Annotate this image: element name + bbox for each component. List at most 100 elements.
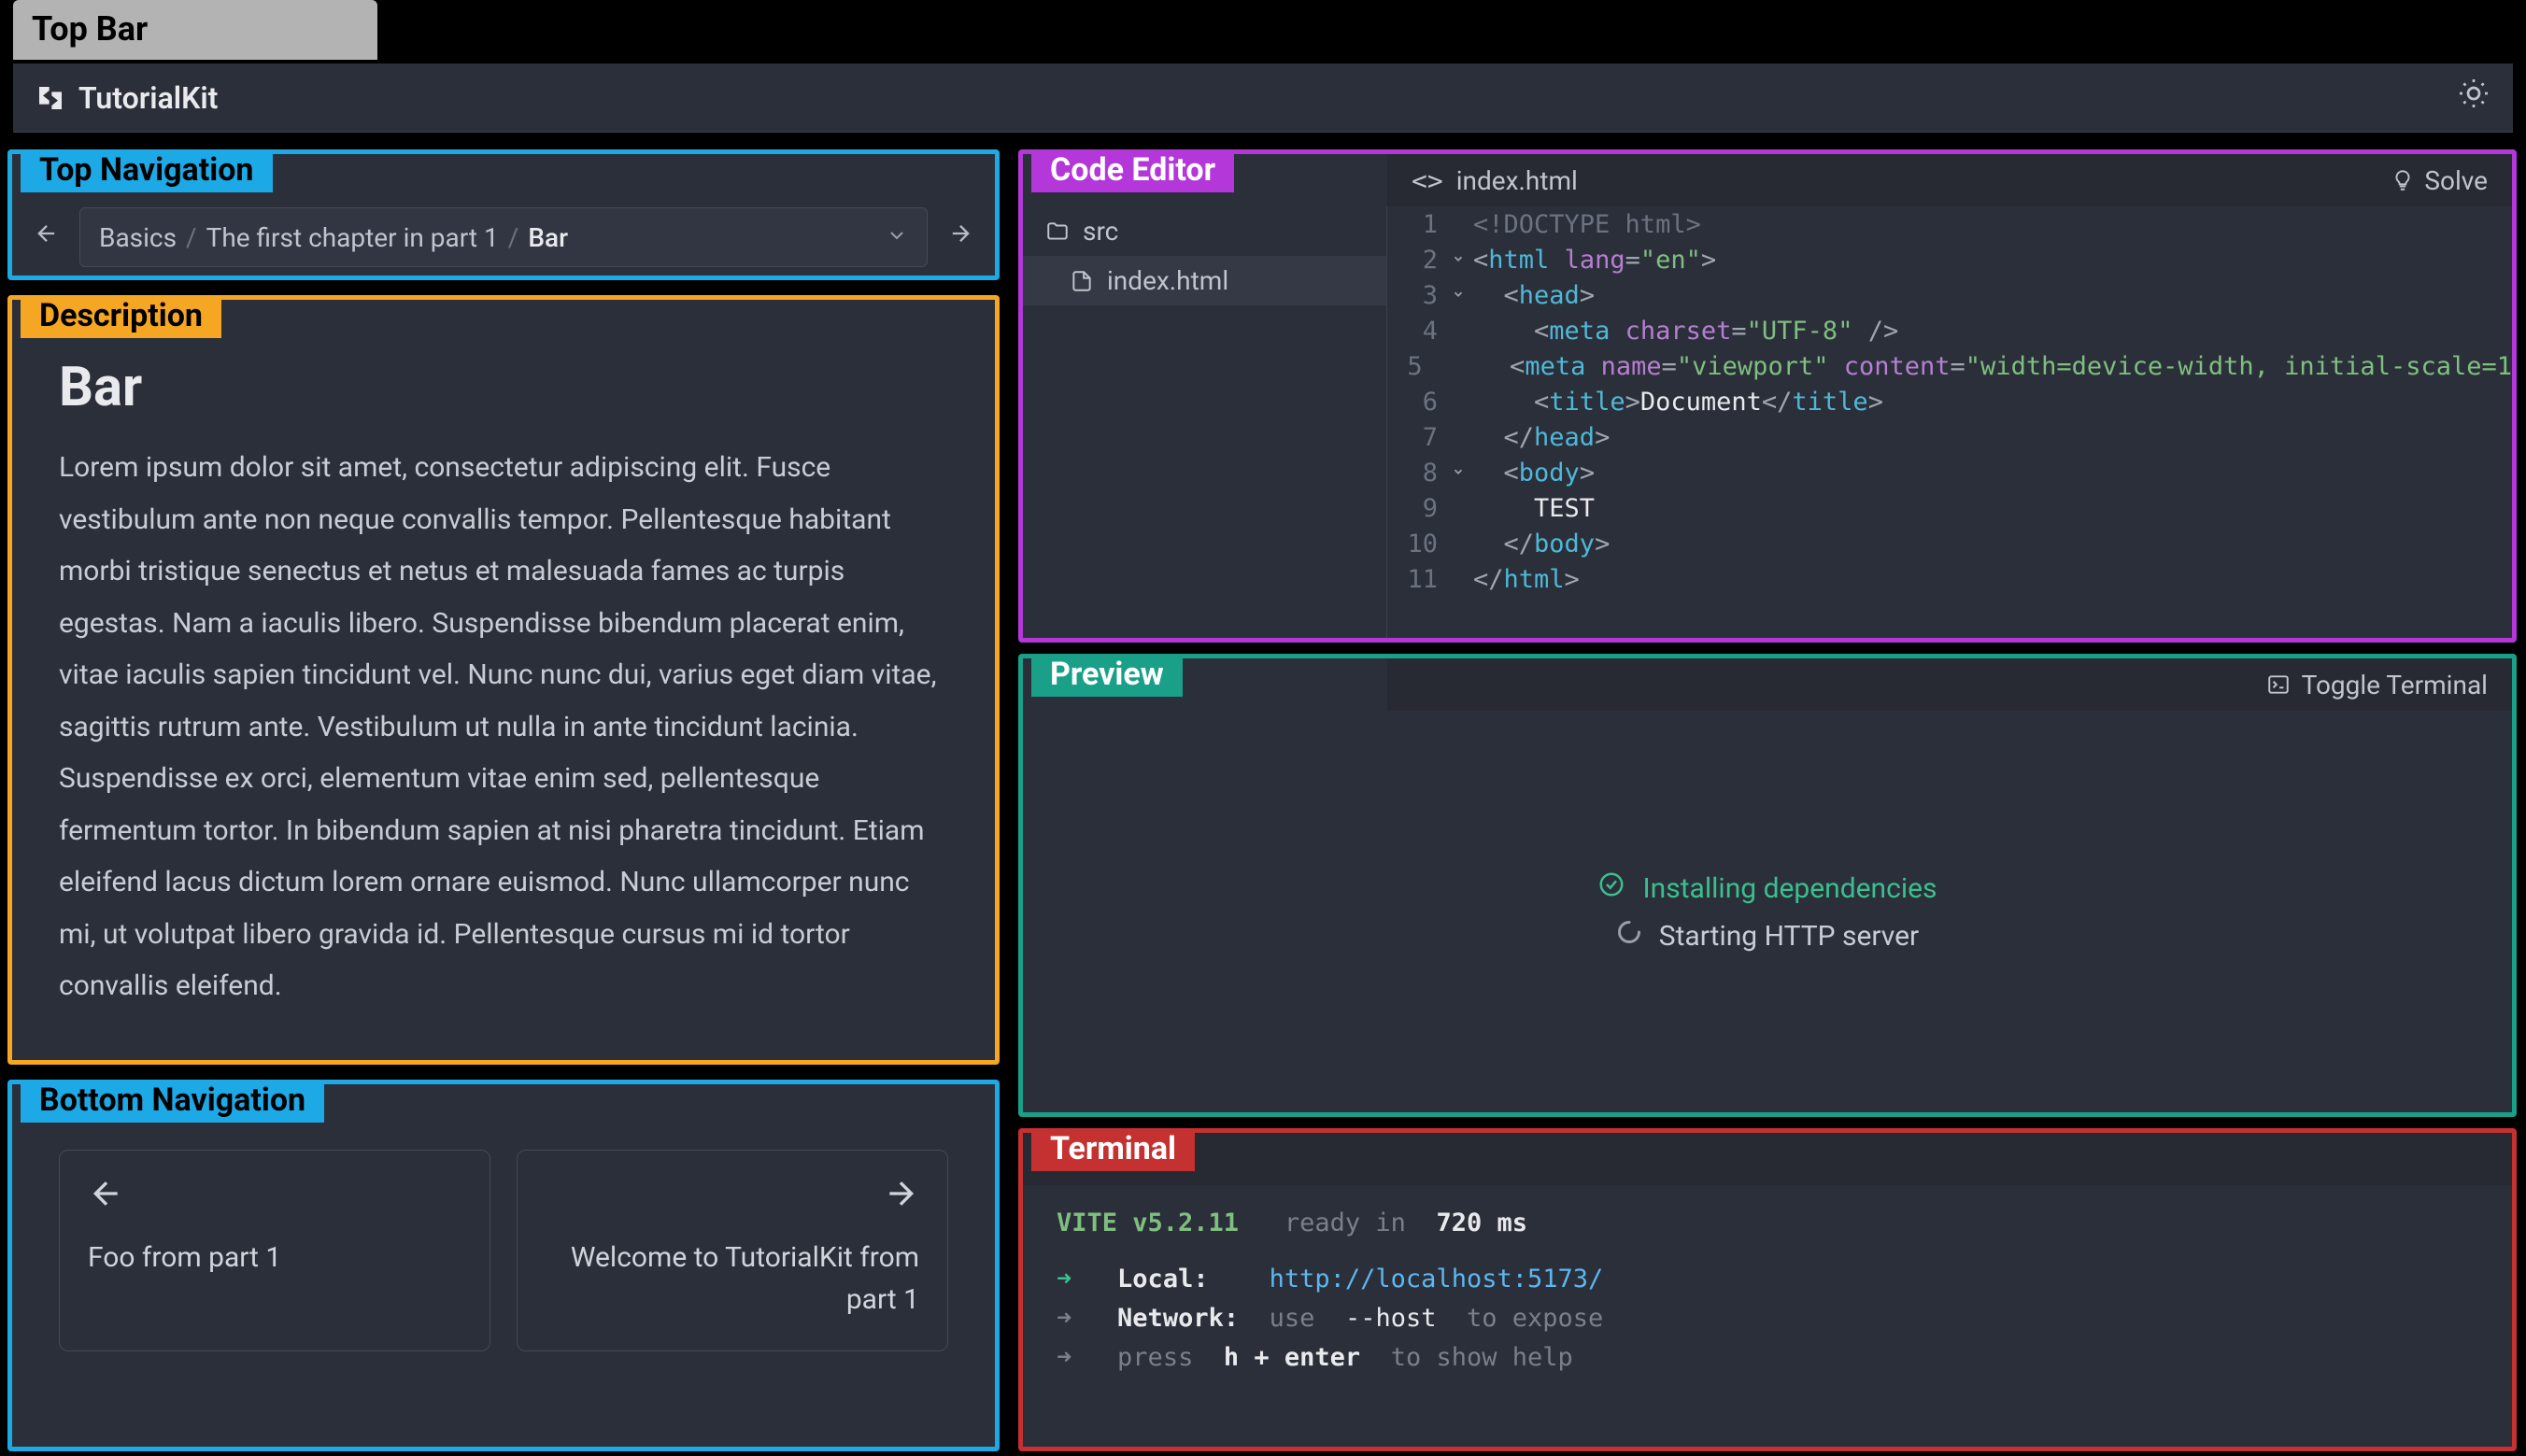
terminal-local-url[interactable]: http://localhost:5173/	[1270, 1265, 1604, 1293]
app-name: TutorialKit	[78, 80, 218, 116]
folder-icon	[1045, 219, 1070, 244]
chevron-down-icon	[886, 224, 908, 250]
status-starting-label: Starting HTTP server	[1659, 920, 1919, 953]
terminal-help-prefix: press	[1117, 1343, 1193, 1372]
code-line[interactable]: 7 </head>	[1387, 419, 2512, 455]
arrow-icon: ➜	[1057, 1304, 1071, 1333]
terminal-network-flag: --host	[1345, 1304, 1437, 1333]
description-label: Description	[21, 295, 221, 338]
line-number: 4	[1387, 317, 1443, 346]
line-number: 2	[1387, 246, 1443, 275]
breadcrumb-current: Bar	[528, 222, 568, 253]
code-text[interactable]: <html lang="en">	[1473, 246, 1716, 275]
prev-arrow-icon[interactable]	[23, 220, 70, 254]
terminal-ready-ms: 720 ms	[1436, 1209, 1527, 1237]
terminal-help-key: h + enter	[1224, 1343, 1360, 1372]
terminal-local-label: Local:	[1117, 1265, 1209, 1293]
next-lesson-card[interactable]: Welcome to TutorialKit from part 1	[517, 1150, 948, 1351]
breadcrumb-dropdown[interactable]: Basics / The first chapter in part 1 / B…	[79, 207, 928, 267]
arrow-left-icon	[88, 1175, 461, 1222]
file-tree: src index.html	[1023, 206, 1387, 638]
tree-folder-name: src	[1083, 216, 1118, 247]
app-logo[interactable]: TutorialKit	[35, 80, 218, 116]
code-text[interactable]: <body>	[1473, 459, 1595, 488]
line-number: 5	[1387, 352, 1428, 381]
code-text[interactable]: <meta charset="UTF-8" />	[1473, 317, 1898, 346]
breadcrumb-separator: /	[186, 222, 197, 253]
code-text[interactable]: </head>	[1473, 423, 1610, 452]
tree-folder[interactable]: src	[1023, 206, 1386, 256]
lightbulb-icon	[2391, 168, 2415, 192]
description-panel: Bar Lorem ipsum dolor sit amet, consecte…	[7, 295, 1000, 1065]
line-number: 9	[1387, 494, 1443, 523]
line-number: 6	[1387, 388, 1443, 417]
preview-panel: Toggle Terminal Installing dependencies …	[1018, 654, 2517, 1117]
bottom-navigation-label: Bottom Navigation	[21, 1080, 324, 1123]
tree-file-name: index.html	[1107, 265, 1228, 296]
code-line[interactable]: 5 <meta name="viewport" content="width=d…	[1387, 348, 2512, 384]
code-line[interactable]: 1<!DOCTYPE html>	[1387, 206, 2512, 242]
solve-label: Solve	[2424, 165, 2488, 196]
logo-icon	[35, 83, 65, 113]
app-bar: TutorialKit	[13, 64, 2513, 133]
arrow-right-icon	[546, 1175, 919, 1222]
spinner-icon	[1616, 919, 1642, 953]
fold-icon[interactable]	[1443, 250, 1473, 270]
arrow-icon: ➜	[1057, 1343, 1071, 1372]
terminal-body[interactable]: VITE v5.2.11 ready in 720 ms ➜ Local: ht…	[1023, 1185, 2512, 1395]
code-line[interactable]: 4 <meta charset="UTF-8" />	[1387, 313, 2512, 348]
terminal-network-use: use	[1270, 1304, 1315, 1333]
check-circle-icon	[1597, 870, 1625, 906]
prev-lesson-label: Foo from part 1	[88, 1237, 461, 1279]
code-text[interactable]: </body>	[1473, 530, 1610, 558]
breadcrumb-separator: /	[508, 222, 519, 253]
fold-icon[interactable]	[1443, 463, 1473, 483]
code-text[interactable]: <head>	[1473, 281, 1595, 310]
code-text[interactable]: <title>Document</title>	[1473, 388, 1883, 417]
line-number: 7	[1387, 423, 1443, 452]
description-title: Bar	[59, 356, 948, 419]
terminal-help-suffix: to show help	[1391, 1343, 1573, 1372]
status-installing: Installing dependencies	[1597, 870, 1937, 906]
terminal-header	[1023, 1133, 2512, 1185]
solve-button[interactable]: Solve	[2391, 165, 2488, 196]
next-arrow-icon[interactable]	[937, 220, 984, 254]
line-number: 3	[1387, 281, 1443, 310]
code-body[interactable]: 1<!DOCTYPE html>2<html lang="en">3 <head…	[1387, 206, 2512, 638]
fold-icon[interactable]	[1443, 286, 1473, 305]
bottom-navigation-panel: Foo from part 1 Welcome to TutorialKit f…	[7, 1080, 1000, 1451]
code-line[interactable]: 10 </body>	[1387, 526, 2512, 561]
code-editor-label: Code Editor	[1031, 149, 1234, 192]
code-text[interactable]: </html>	[1473, 565, 1580, 594]
code-text[interactable]: <!DOCTYPE html>	[1473, 210, 1701, 239]
file-icon	[1070, 269, 1094, 293]
code-line[interactable]: 3 <head>	[1387, 277, 2512, 313]
code-line[interactable]: 6 <title>Document</title>	[1387, 384, 2512, 419]
editor-header: <> index.html Solve	[1387, 154, 2512, 206]
top-bar-label: Top Bar	[13, 0, 377, 60]
line-number: 10	[1387, 530, 1443, 558]
breadcrumb-segment-1: The first chapter in part 1	[206, 222, 499, 253]
code-file-icon: <>	[1412, 165, 1443, 196]
top-navigation-label: Top Navigation	[21, 149, 273, 192]
tree-file[interactable]: index.html	[1023, 256, 1386, 305]
breadcrumb-segment-0: Basics	[99, 222, 177, 253]
toggle-terminal-button[interactable]: Toggle Terminal	[2266, 670, 2488, 700]
code-line[interactable]: 8 <body>	[1387, 455, 2512, 490]
terminal-panel: VITE v5.2.11 ready in 720 ms ➜ Local: ht…	[1018, 1128, 2517, 1451]
prev-lesson-card[interactable]: Foo from part 1	[59, 1150, 490, 1351]
theme-toggle-icon[interactable]	[2457, 77, 2491, 119]
terminal-ready-prefix: ready in	[1284, 1209, 1406, 1237]
terminal-label: Terminal	[1031, 1128, 1195, 1171]
line-number: 8	[1387, 459, 1443, 488]
code-line[interactable]: 11</html>	[1387, 561, 2512, 597]
code-line[interactable]: 2 <html lang="en">	[1387, 242, 2512, 277]
preview-label: Preview	[1031, 654, 1183, 697]
next-lesson-label: Welcome to TutorialKit from part 1	[546, 1237, 919, 1321]
code-text[interactable]: <meta name="viewport" content="width=dev…	[1449, 352, 2512, 381]
code-text[interactable]: TEST	[1473, 494, 1595, 523]
description-body: Lorem ipsum dolor sit amet, consectetur …	[59, 442, 948, 1012]
status-installing-label: Installing dependencies	[1642, 872, 1937, 905]
toggle-terminal-label: Toggle Terminal	[2302, 670, 2488, 700]
code-line[interactable]: 9 TEST	[1387, 490, 2512, 526]
